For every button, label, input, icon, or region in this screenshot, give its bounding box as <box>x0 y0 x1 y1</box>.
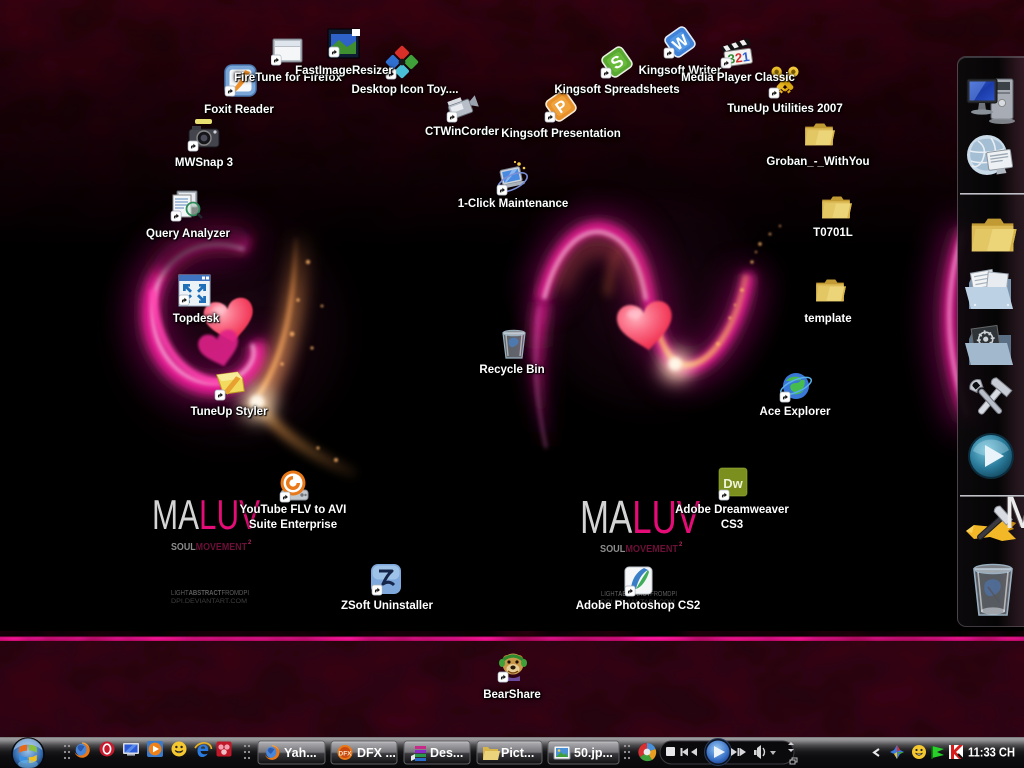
svg-text:M: M <box>1004 487 1024 538</box>
svg-text:Yah...: Yah... <box>284 746 317 760</box>
svg-text:LIGHTABSTRACTFROMDPI: LIGHTABSTRACTFROMDPI <box>171 590 249 597</box>
svg-text:SOULMOVEMENT: SOULMOVEMENT <box>600 544 678 555</box>
svg-text:11:33 CH: 11:33 CH <box>968 745 1015 760</box>
svg-text:Des...: Des... <box>430 746 463 760</box>
svg-text:DFX ...: DFX ... <box>357 746 396 760</box>
svg-text:50.jp...: 50.jp... <box>574 746 613 760</box>
svg-text:DFX: DFX <box>339 751 353 758</box>
svg-text:DPI.DEVIANTART.COM: DPI.DEVIANTART.COM <box>171 598 247 605</box>
svg-text:Pict...: Pict... <box>501 746 534 760</box>
svg-text:Dw: Dw <box>723 476 743 491</box>
svg-text:SOULMOVEMENT: SOULMOVEMENT <box>171 542 247 553</box>
